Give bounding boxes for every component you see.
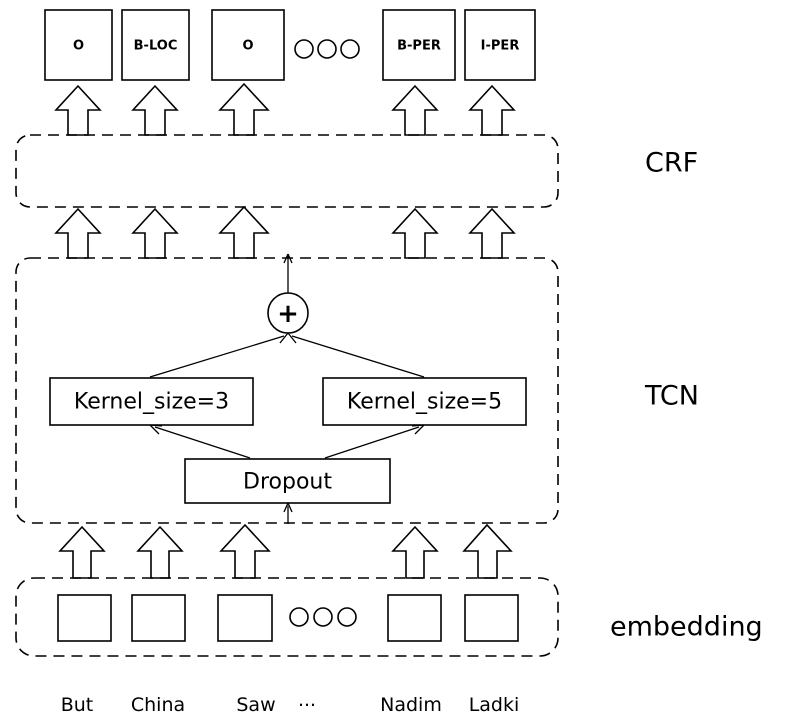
output-tag-box: O bbox=[44, 9, 113, 81]
ellipsis-dot-icon bbox=[294, 39, 314, 59]
embedding-vector-row bbox=[57, 594, 519, 642]
up-arrow-icon bbox=[54, 84, 102, 136]
ellipsis-dot-icon bbox=[289, 607, 309, 627]
output-tag-box: B-PER bbox=[382, 9, 456, 81]
add-node: + bbox=[267, 292, 309, 334]
up-arrow-icon bbox=[462, 523, 513, 579]
add-input-arrowhead bbox=[279, 332, 297, 344]
kernel3-label: Kernel_size=3 bbox=[74, 390, 229, 415]
embedding-ellipsis-dots bbox=[289, 607, 357, 627]
tag-label-1: O bbox=[73, 39, 84, 54]
output-tag-box: I-PER bbox=[464, 9, 536, 81]
kernel5-label: Kernel_size=5 bbox=[347, 390, 502, 415]
tag-label-3: O bbox=[242, 39, 253, 54]
dropout-to-kernel3-arrowhead bbox=[149, 424, 163, 435]
kernel3-to-add-line bbox=[149, 335, 285, 378]
crf-layer bbox=[15, 134, 559, 208]
arrows-embedding-to-tcn bbox=[58, 523, 513, 579]
embedding-vector-box bbox=[57, 594, 112, 642]
arrows-crf-to-tags bbox=[54, 82, 516, 136]
embedding-vector-box bbox=[387, 594, 442, 642]
input-token: China bbox=[131, 694, 185, 716]
kernel5-to-add-line bbox=[291, 335, 425, 378]
output-tag-row: O B-LOC O B-PER I-PER bbox=[44, 9, 536, 81]
up-arrow-icon bbox=[468, 207, 516, 259]
crf-layer-box bbox=[15, 134, 559, 208]
up-arrow-icon bbox=[391, 84, 439, 136]
up-arrow-icon bbox=[131, 84, 179, 136]
up-arrow-icon bbox=[131, 207, 179, 259]
kernel-size-3-node: Kernel_size=3 bbox=[49, 377, 254, 426]
up-arrow-icon bbox=[391, 525, 439, 579]
ellipsis-dot-icon bbox=[317, 39, 337, 59]
tag-label-2: B-LOC bbox=[134, 39, 178, 54]
up-arrow-icon bbox=[219, 523, 271, 579]
up-arrow-icon bbox=[136, 525, 184, 579]
up-arrow-icon bbox=[391, 207, 439, 259]
ellipsis-dot-icon bbox=[337, 607, 357, 627]
tcn-layer-label: TCN bbox=[644, 381, 699, 412]
input-token-row: But China Saw ... Nadim Ladki bbox=[61, 689, 520, 716]
up-arrow-icon bbox=[218, 205, 270, 259]
input-token-ellipsis: ... bbox=[298, 689, 316, 711]
input-token: Nadim bbox=[380, 694, 442, 716]
up-arrow-icon bbox=[58, 525, 106, 579]
ellipsis-dot-icon bbox=[313, 607, 333, 627]
ellipsis-dot-icon bbox=[340, 39, 360, 59]
embedding-vector-box bbox=[131, 594, 186, 642]
embedding-layer-label: embedding bbox=[610, 612, 763, 643]
input-token: Saw bbox=[236, 694, 275, 716]
up-arrow-icon bbox=[468, 84, 516, 136]
dropout-node: Dropout bbox=[184, 458, 391, 504]
up-arrow-icon bbox=[54, 207, 102, 259]
architecture-diagram: O B-LOC O B-PER I-PER CRF TCN + Kernel_s… bbox=[15, 9, 763, 716]
embedding-vector-box bbox=[217, 594, 273, 642]
arrows-tcn-to-crf bbox=[54, 205, 516, 259]
tag-label-5: I-PER bbox=[481, 39, 520, 54]
tag-ellipsis-dots bbox=[294, 39, 360, 59]
dropout-to-kernel3-line bbox=[154, 426, 251, 459]
input-token: Ladki bbox=[469, 694, 520, 716]
input-token: But bbox=[61, 694, 94, 716]
up-arrow-icon bbox=[218, 82, 270, 136]
dropout-to-kernel5-arrowhead bbox=[411, 424, 425, 435]
tag-label-4: B-PER bbox=[397, 39, 441, 54]
output-tag-box: B-LOC bbox=[121, 9, 190, 81]
dropout-to-kernel5-line bbox=[324, 426, 420, 459]
output-tag-box: O bbox=[211, 9, 285, 81]
kernel-size-5-node: Kernel_size=5 bbox=[322, 377, 527, 426]
embedding-vector-box bbox=[464, 594, 519, 642]
crf-layer-label: CRF bbox=[645, 148, 698, 179]
plus-icon: + bbox=[277, 299, 299, 329]
dropout-label: Dropout bbox=[243, 470, 332, 495]
